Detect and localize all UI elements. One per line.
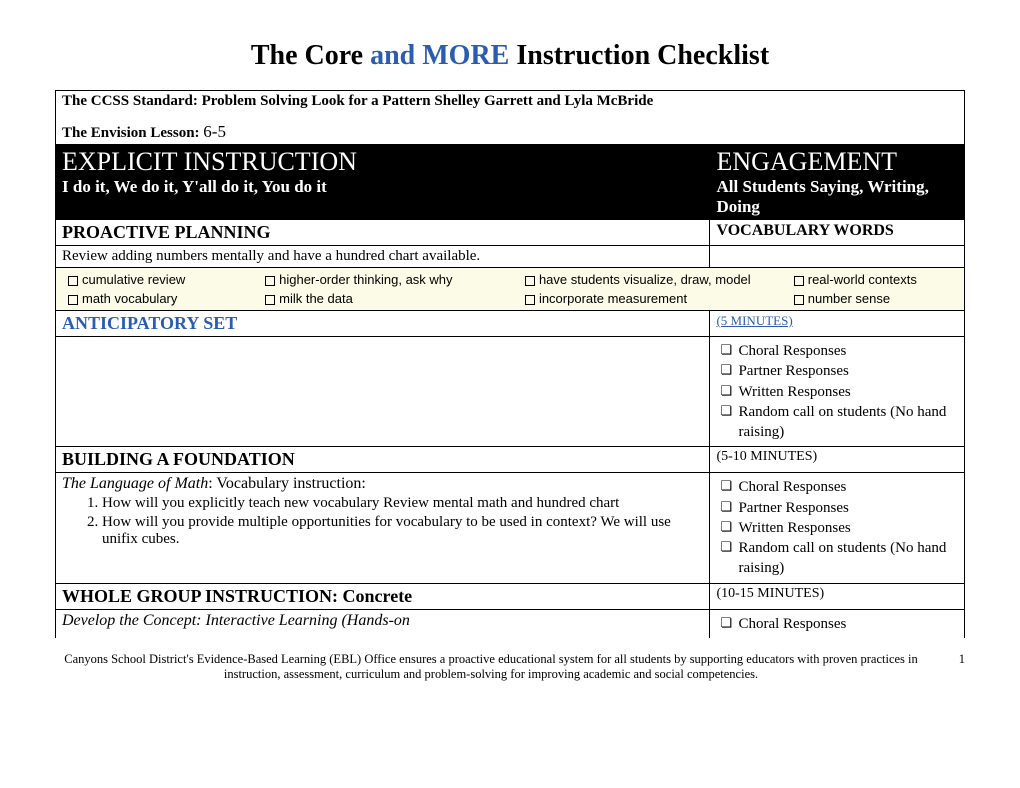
cb-cumulative[interactable]: cumulative review (68, 272, 185, 287)
explicit-heading: EXPLICIT INSTRUCTION (62, 147, 703, 177)
wholegroup-responses: Choral Responses (716, 614, 958, 634)
vocab-cell (710, 246, 965, 268)
proactive-text: Review adding numbers mentally and have … (56, 246, 710, 268)
resp-written-2[interactable]: Written Responses (716, 518, 958, 538)
footer: Canyons School District's Evidence-Based… (55, 652, 965, 682)
explicit-header: EXPLICIT INSTRUCTION I do it, We do it, … (56, 145, 710, 220)
resp-partner-2[interactable]: Partner Responses (716, 498, 958, 518)
cb-numsense[interactable]: number sense (794, 291, 890, 306)
engagement-header: ENGAGEMENT All Students Saying, Writing,… (710, 145, 965, 220)
resp-choral-2[interactable]: Choral Responses (716, 477, 958, 497)
wholegroup-title: WHOLE GROUP INSTRUCTION: Concrete (62, 586, 412, 606)
foundation-responses: Choral Responses Partner Responses Writt… (716, 477, 958, 578)
wholegroup-time: (10-15 MINUTES) (710, 583, 965, 609)
foundation-lead: The Language of Math (62, 475, 208, 492)
checklist-table: The CCSS Standard: Problem Solving Look … (55, 90, 965, 638)
anticipatory-time: (5 MINUTES) (716, 313, 792, 328)
foundation-body: The Language of Math: Vocabulary instruc… (56, 473, 710, 583)
title-p3: Instruction Checklist (516, 40, 769, 71)
engagement-sub: All Students Saying, Writing, Doing (716, 177, 958, 217)
footer-text: Canyons School District's Evidence-Based… (55, 652, 927, 682)
foundation-time: (5-10 MINUTES) (710, 447, 965, 473)
resp-choral[interactable]: Choral Responses (716, 341, 958, 361)
page-title: The Core and MORE Instruction Checklist (55, 40, 965, 72)
lesson-label: The Envision Lesson: (62, 125, 203, 141)
cb-visualize[interactable]: have students visualize, draw, model (525, 272, 751, 287)
anticipatory-responses: Choral Responses Partner Responses Writt… (716, 341, 958, 442)
cb-realworld[interactable]: real-world contexts (794, 272, 917, 287)
resp-random[interactable]: Random call on students (No hand raising… (716, 402, 958, 443)
engagement-heading: ENGAGEMENT (716, 147, 958, 177)
cb-higher-order[interactable]: higher-order thinking, ask why (265, 272, 452, 287)
cb-milk[interactable]: milk the data (265, 291, 353, 306)
page-number: 1 (945, 652, 965, 682)
foundation-lead2: : Vocabulary instruction: (208, 475, 366, 492)
vocab-title: VOCABULARY WORDS (716, 222, 893, 239)
title-p1: The Core (251, 40, 370, 71)
checkbox-strip: cumulative review higher-order thinking,… (56, 268, 965, 311)
resp-choral-3[interactable]: Choral Responses (716, 614, 958, 634)
resp-written[interactable]: Written Responses (716, 382, 958, 402)
explicit-sub: I do it, We do it, Y'all do it, You do i… (62, 177, 703, 197)
wholegroup-sub: Develop the Concept: Interactive Learnin… (62, 612, 410, 629)
foundation-q1: How will you explicitly teach new vocabu… (102, 495, 703, 512)
lesson-num: 6-5 (203, 122, 226, 141)
foundation-q2: How will you provide multiple opportunit… (102, 514, 703, 548)
resp-random-2[interactable]: Random call on students (No hand raising… (716, 538, 958, 579)
resp-partner[interactable]: Partner Responses (716, 361, 958, 381)
foundation-title: BUILDING A FOUNDATION (62, 449, 295, 469)
anticipatory-title: ANTICIPATORY SET (62, 313, 237, 333)
anticipatory-body (56, 337, 710, 447)
cb-measure[interactable]: incorporate measurement (525, 291, 687, 306)
standard-text: The CCSS Standard: Problem Solving Look … (62, 93, 958, 110)
cb-vocab[interactable]: math vocabulary (68, 291, 177, 306)
title-p2: and MORE (370, 40, 516, 71)
proactive-title: PROACTIVE PLANNING (62, 222, 271, 242)
